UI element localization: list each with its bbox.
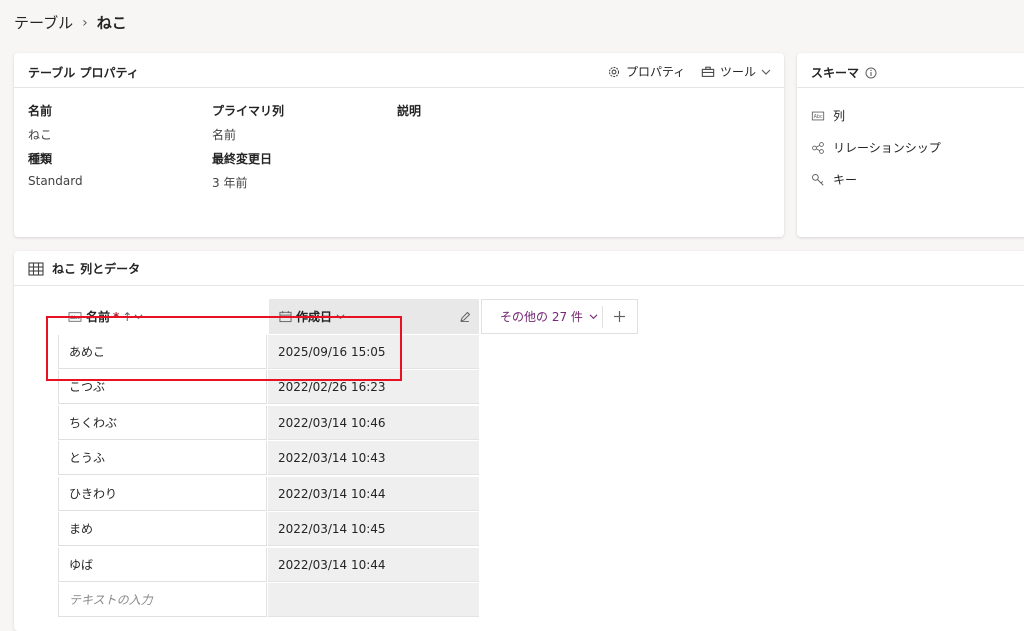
- chevron-down-icon: [761, 69, 771, 75]
- schema-item-label: キー: [833, 173, 858, 187]
- type-label: 種類: [28, 152, 53, 166]
- properties-button-label: プロパティ: [626, 65, 686, 79]
- table-row-name[interactable]: ひきわり: [58, 477, 267, 511]
- schema-item-keys[interactable]: キー: [811, 171, 857, 188]
- modified-label: 最終変更日: [212, 152, 273, 166]
- table-properties-card: テーブル プロパティ プロパティ ツール 名前 ねこ プライマリ列 名前 説明 …: [14, 53, 784, 237]
- table-row-name[interactable]: まめ: [58, 512, 267, 546]
- table-row-created[interactable]: 2022/03/14 10:44: [268, 477, 479, 511]
- tools-button[interactable]: ツール: [701, 63, 771, 80]
- table-icon: [28, 261, 44, 276]
- table-row-created[interactable]: 2022/03/14 10:46: [268, 406, 479, 440]
- chevron-right-icon: ›: [82, 14, 88, 31]
- gear-icon: [608, 66, 620, 77]
- new-row-name-input[interactable]: テキストの入力: [58, 583, 267, 617]
- table-row-created[interactable]: 2022/03/14 10:45: [268, 512, 479, 546]
- schema-card: スキーマ Abc 列 リレーションシップ キー: [797, 53, 1024, 237]
- table-row-created[interactable]: 2022/03/14 10:43: [268, 441, 479, 475]
- schema-title: スキーマ: [811, 64, 877, 81]
- card-header: スキーマ: [797, 53, 1024, 88]
- properties-button[interactable]: プロパティ: [607, 63, 685, 80]
- chevron-down-icon: [589, 314, 598, 320]
- card-header: ねこ 列とデータ: [14, 251, 1024, 286]
- table-row-name[interactable]: ちくわぶ: [58, 406, 267, 440]
- primary-column-label: プライマリ列: [212, 104, 285, 118]
- type-value: Standard: [28, 174, 83, 188]
- data-card-title: ねこ 列とデータ: [28, 260, 140, 277]
- modified-value: 3 年前: [212, 176, 248, 190]
- primary-column-value: 名前: [212, 128, 237, 142]
- name-value: ねこ: [28, 128, 53, 142]
- schema-item-relationships[interactable]: リレーションシップ: [811, 139, 941, 156]
- data-card-title-text: ねこ 列とデータ: [52, 262, 141, 276]
- text-column-icon: Abc: [811, 111, 825, 120]
- key-icon: [812, 173, 824, 186]
- edit-column-icon[interactable]: [459, 311, 471, 323]
- card-header: テーブル プロパティ プロパティ ツール: [14, 53, 784, 88]
- schema-item-label: リレーションシップ: [833, 141, 941, 155]
- more-columns-button[interactable]: その他の 27 件: [482, 308, 602, 325]
- more-columns-bar: その他の 27 件: [481, 299, 638, 334]
- breadcrumb-current: ねこ: [96, 14, 127, 32]
- table-row-name[interactable]: ゆば: [58, 548, 267, 582]
- svg-text:Abc: Abc: [814, 114, 823, 120]
- name-label: 名前: [28, 104, 53, 118]
- highlight-box: [46, 316, 402, 381]
- toolbox-icon: [701, 66, 715, 77]
- table-row-name[interactable]: とうふ: [58, 441, 267, 475]
- info-icon[interactable]: [865, 67, 877, 79]
- tools-button-label: ツール: [720, 65, 757, 79]
- card-title: テーブル プロパティ: [28, 66, 139, 80]
- schema-title-text: スキーマ: [811, 66, 860, 80]
- relationship-icon: [812, 141, 824, 154]
- plus-icon: [614, 311, 626, 322]
- description-label: 説明: [397, 104, 422, 118]
- table-row-created[interactable]: 2022/03/14 10:44: [268, 548, 479, 582]
- breadcrumb-parent[interactable]: テーブル: [14, 12, 73, 33]
- add-column-button[interactable]: [601, 305, 638, 328]
- more-columns-label: その他の 27 件: [500, 310, 583, 324]
- schema-item-label: 列: [833, 109, 846, 123]
- schema-item-columns[interactable]: Abc 列: [811, 107, 845, 124]
- breadcrumb: テーブル › ねこ: [14, 12, 127, 33]
- new-row-created-cell[interactable]: [268, 583, 479, 617]
